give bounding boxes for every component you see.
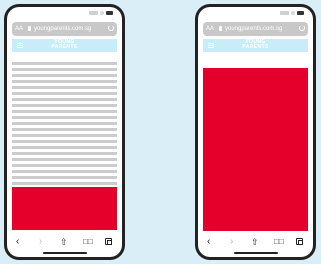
forward-icon[interactable]: › bbox=[230, 237, 233, 247]
text-line bbox=[12, 134, 117, 137]
text-line bbox=[12, 62, 117, 65]
ad-banner[interactable] bbox=[12, 187, 117, 230]
logo-line-2: PARENTS bbox=[51, 44, 78, 50]
text-line bbox=[12, 158, 117, 161]
lock-icon bbox=[219, 26, 222, 31]
screen: AA youngparents.com.sg YOUNG PARENTS ‹ ›… bbox=[7, 7, 122, 257]
reload-icon[interactable] bbox=[108, 25, 114, 31]
tabs-icon[interactable] bbox=[105, 238, 112, 245]
text-line bbox=[12, 182, 117, 185]
text-line bbox=[12, 80, 117, 83]
battery-icon bbox=[106, 11, 113, 15]
address-bar[interactable]: AA youngparents.com.sg bbox=[12, 22, 117, 36]
site-header: YOUNG PARENTS bbox=[12, 39, 117, 52]
text-line bbox=[12, 152, 117, 155]
text-line bbox=[12, 68, 117, 71]
reader-aa-button[interactable]: AA bbox=[15, 24, 23, 34]
lock-icon bbox=[28, 26, 31, 31]
site-logo[interactable]: YOUNG PARENTS bbox=[12, 40, 117, 50]
url-text[interactable]: youngparents.com.sg bbox=[225, 24, 282, 34]
text-line bbox=[12, 98, 117, 101]
battery-icon bbox=[297, 11, 304, 15]
text-line bbox=[12, 140, 117, 143]
tabs-icon[interactable] bbox=[296, 238, 303, 245]
text-line bbox=[12, 92, 117, 95]
forward-icon[interactable]: › bbox=[39, 237, 42, 247]
bookmarks-icon[interactable]: □□ bbox=[274, 237, 284, 247]
share-icon[interactable]: ⇧ bbox=[60, 237, 68, 247]
phone-left: AA youngparents.com.sg YOUNG PARENTS ‹ ›… bbox=[4, 4, 125, 260]
signal-icon bbox=[280, 11, 289, 15]
back-icon[interactable]: ‹ bbox=[16, 237, 19, 247]
reload-icon[interactable] bbox=[299, 25, 305, 31]
share-icon[interactable]: ⇧ bbox=[251, 237, 259, 247]
logo-line-2: PARENTS bbox=[242, 44, 269, 50]
phone-right: AA youngparents.com.sg YOUNG PARENTS ‹ ›… bbox=[195, 4, 316, 260]
text-line bbox=[12, 170, 117, 173]
text-line bbox=[12, 104, 117, 107]
home-indicator[interactable] bbox=[43, 252, 87, 254]
status-icons bbox=[89, 11, 113, 15]
text-line bbox=[12, 74, 117, 77]
text-line bbox=[12, 146, 117, 149]
url-text[interactable]: youngparents.com.sg bbox=[34, 24, 91, 34]
wifi-icon bbox=[100, 11, 104, 15]
status-bar bbox=[198, 7, 313, 20]
wifi-icon bbox=[291, 11, 295, 15]
browser-toolbar: ‹ › ⇧ □□ bbox=[7, 234, 122, 250]
address-bar[interactable]: AA youngparents.com.sg bbox=[203, 22, 308, 36]
article-text-placeholder bbox=[12, 62, 117, 188]
text-line bbox=[12, 110, 117, 113]
browser-toolbar: ‹ › ⇧ □□ bbox=[198, 234, 313, 250]
site-header: YOUNG PARENTS bbox=[203, 39, 308, 52]
status-bar bbox=[7, 7, 122, 20]
text-line bbox=[12, 116, 117, 119]
home-indicator[interactable] bbox=[234, 252, 278, 254]
ad-interstitial[interactable] bbox=[203, 68, 308, 231]
back-icon[interactable]: ‹ bbox=[207, 237, 210, 247]
reader-aa-button[interactable]: AA bbox=[206, 24, 214, 34]
site-logo[interactable]: YOUNG PARENTS bbox=[203, 40, 308, 50]
text-line bbox=[12, 128, 117, 131]
screen: AA youngparents.com.sg YOUNG PARENTS ‹ ›… bbox=[198, 7, 313, 257]
status-icons bbox=[280, 11, 304, 15]
signal-icon bbox=[89, 11, 98, 15]
bookmarks-icon[interactable]: □□ bbox=[83, 237, 93, 247]
text-line bbox=[12, 164, 117, 167]
text-line bbox=[12, 176, 117, 179]
text-line bbox=[12, 122, 117, 125]
text-line bbox=[12, 86, 117, 89]
